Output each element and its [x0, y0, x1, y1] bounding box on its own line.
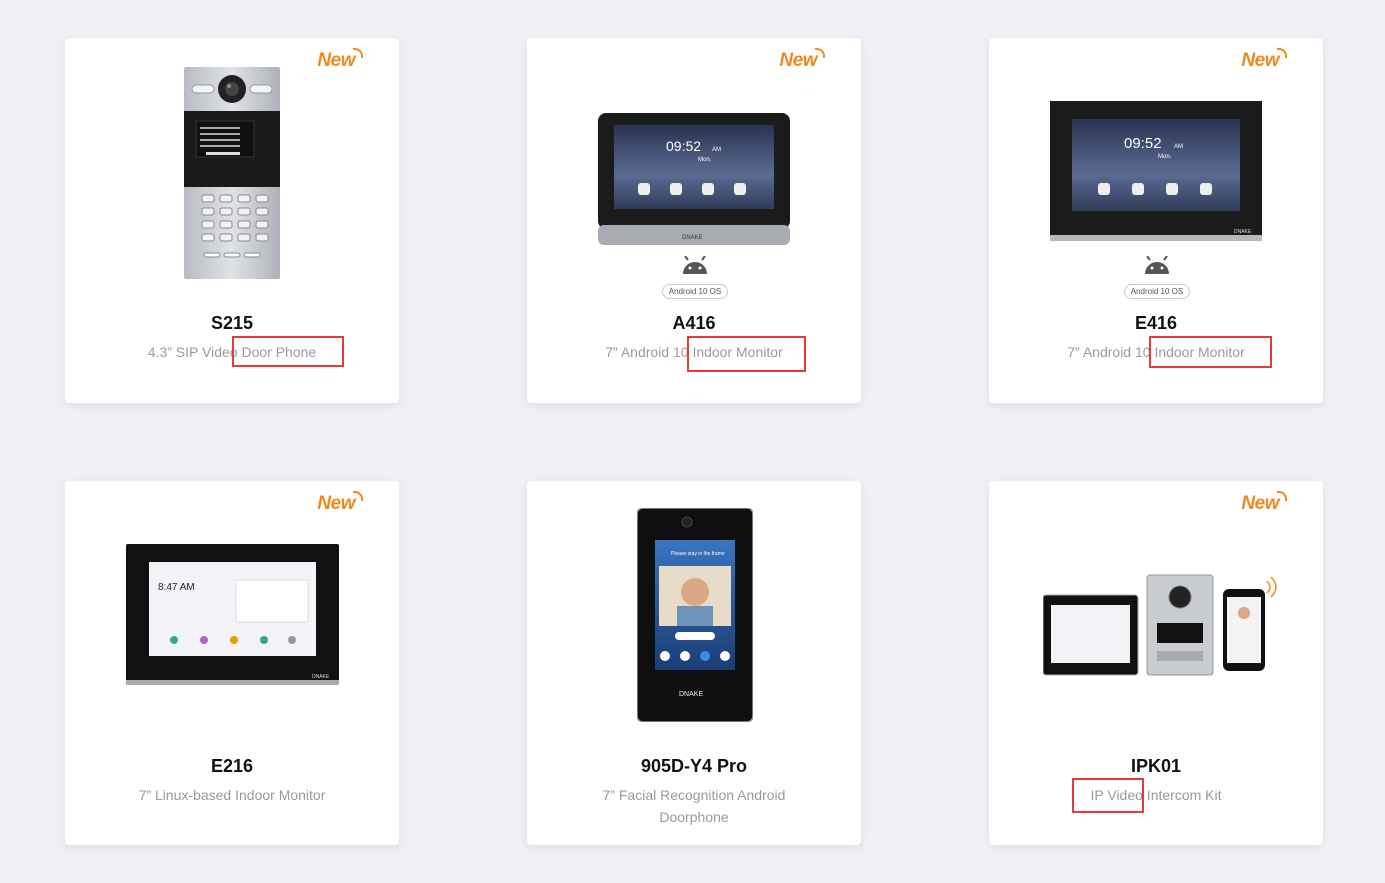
svg-text:DNAKE: DNAKE: [679, 691, 703, 698]
product-image-ipk01[interactable]: [1042, 573, 1278, 677]
svg-text:Mon.: Mon.: [698, 157, 712, 163]
highlight-box: [232, 336, 344, 367]
product-name[interactable]: A416: [527, 313, 861, 334]
product-card-905d-y4-pro[interactable]: Please stay in the frame DNAKE 905D-Y4 P…: [527, 481, 861, 845]
svg-text:AM: AM: [1174, 144, 1183, 150]
android-icon: [683, 255, 707, 274]
product-card-ipk01[interactable]: New IPK01 IP Video Intercom Kit: [989, 481, 1323, 845]
product-image-e216[interactable]: 8:47 AM DNAKE: [126, 544, 339, 686]
product-name[interactable]: E216: [65, 756, 399, 777]
android-os-badge: Android 10 OS: [1123, 255, 1191, 299]
svg-text:DNAKE: DNAKE: [1234, 229, 1252, 235]
highlight-box: [1149, 336, 1272, 368]
product-card-e416[interactable]: New 09:52 AM Mon. DNAKE Android 10 OS E4…: [989, 38, 1323, 403]
new-badge: New: [1241, 491, 1287, 514]
product-image-a416[interactable]: 09:52 AM Mon. DNAKE: [598, 113, 790, 248]
product-name[interactable]: 905D-Y4 Pro: [527, 756, 861, 777]
new-badge: New: [1241, 48, 1287, 71]
android-os-label: Android 10 OS: [1123, 284, 1191, 299]
screen-time: 09:52: [1124, 135, 1162, 152]
product-image-s215[interactable]: [184, 67, 280, 279]
product-image-e416[interactable]: 09:52 AM Mon. DNAKE: [1050, 101, 1262, 243]
android-os-label: Android 10 OS: [661, 284, 729, 299]
product-image-905d-y4-pro[interactable]: Please stay in the frame DNAKE: [636, 507, 754, 723]
product-description: IP Video Intercom Kit: [1090, 787, 1222, 803]
product-card-e216[interactable]: New 8:47 AM DNAKE E216 7” Linux-based In…: [65, 481, 399, 845]
svg-text:DNAKE: DNAKE: [682, 235, 703, 241]
product-card-a416[interactable]: New 09:52 AM Mon. DNAKE Android 10 OS A4…: [527, 38, 861, 403]
svg-text:AM: AM: [712, 147, 721, 153]
svg-text:Please stay in the frame: Please stay in the frame: [671, 551, 725, 557]
new-badge: New: [317, 491, 363, 514]
screen-time: 8:47 AM: [158, 582, 195, 593]
screen-time: 09:52: [666, 138, 701, 154]
highlight-box: [1072, 778, 1144, 813]
svg-text:Mon.: Mon.: [1158, 154, 1172, 160]
new-badge: New: [317, 48, 363, 71]
product-description: 7” Linux-based Indoor Monitor: [138, 787, 326, 803]
product-name[interactable]: S215: [65, 313, 399, 334]
android-icon: [1145, 255, 1169, 274]
product-card-s215[interactable]: New S215 4.3” SIP Video Door Phone: [65, 38, 399, 403]
product-name[interactable]: IPK01: [989, 756, 1323, 777]
android-os-badge: Android 10 OS: [661, 255, 729, 299]
product-name[interactable]: E416: [989, 313, 1323, 334]
product-description: 7” Facial Recognition Android Doorphone: [602, 787, 786, 825]
svg-text:DNAKE: DNAKE: [312, 674, 330, 680]
new-badge: New: [779, 48, 825, 71]
highlight-box: [687, 336, 806, 372]
